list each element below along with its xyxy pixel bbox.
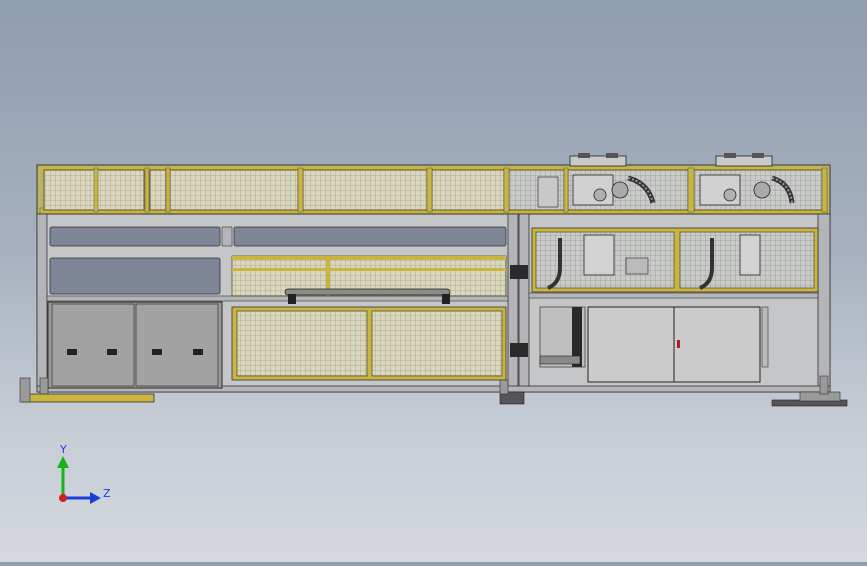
window-panel — [49, 257, 221, 295]
cabinet-handle — [107, 349, 117, 355]
lower-guard — [231, 306, 507, 381]
mesh-panel — [302, 169, 428, 211]
cad-drawing: Y Z — [19, 153, 848, 504]
z-axis-arrow — [90, 492, 101, 504]
cabinet-handle — [152, 349, 162, 355]
left-cabinet — [47, 301, 223, 389]
x-axis-dot — [59, 494, 67, 502]
cabinet-handle — [677, 340, 680, 348]
cabinet-handle — [193, 349, 203, 355]
mesh-panel — [169, 169, 299, 211]
right-mechanism-guard — [531, 227, 819, 293]
cad-viewport[interactable]: Y Z — [0, 0, 867, 562]
z-axis-label: Z — [103, 487, 111, 500]
y-axis-label: Y — [59, 443, 67, 456]
cabinet-handle — [67, 349, 77, 355]
y-axis-arrow — [57, 456, 69, 468]
window-panel — [233, 226, 507, 247]
mesh-panel — [149, 169, 167, 211]
coordinate-triad: Y Z — [57, 443, 111, 504]
mesh-panel — [431, 169, 505, 211]
window-panel — [49, 226, 221, 247]
